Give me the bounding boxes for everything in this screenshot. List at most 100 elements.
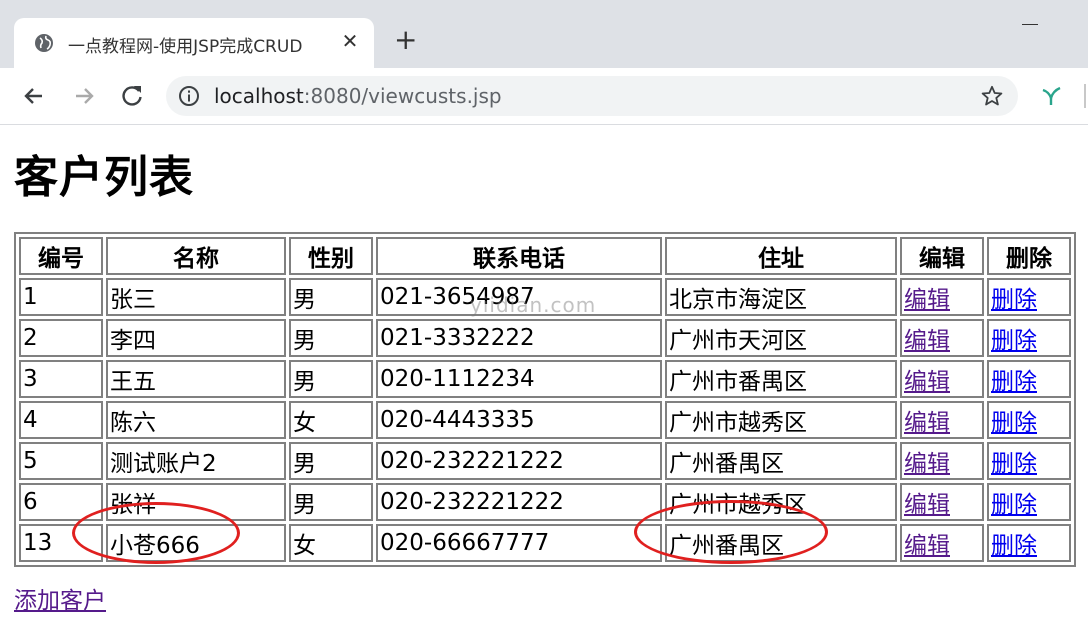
cell-sex: 男 <box>289 278 373 316</box>
cell-delete: 删除 <box>987 442 1071 480</box>
table-header-row: 编号 名称 性别 联系电话 住址 编辑 删除 <box>19 237 1071 275</box>
delete-link[interactable]: 删除 <box>991 533 1037 559</box>
table-row: 6 张祥 男 020-232221222 广州市越秀区 编辑 删除 <box>19 483 1071 521</box>
customer-table: 编号 名称 性别 联系电话 住址 编辑 删除 1 张三 男 021-365498… <box>14 232 1076 567</box>
cell-phone: 020-1112234 <box>376 360 662 398</box>
edit-link[interactable]: 编辑 <box>904 492 950 518</box>
cell-edit: 编辑 <box>900 442 984 480</box>
cell-sex: 男 <box>289 483 373 521</box>
table-row: 13 小苍666 女 020-66667777 广州番禺区 编辑 删除 <box>19 524 1071 562</box>
toolbar-separator <box>1084 84 1086 108</box>
cell-sex: 男 <box>289 442 373 480</box>
info-icon[interactable] <box>178 85 200 107</box>
delete-link[interactable]: 删除 <box>991 328 1037 354</box>
delete-link[interactable]: 删除 <box>991 369 1037 395</box>
cell-name: 张祥 <box>106 483 286 521</box>
extension-icon[interactable] <box>1040 84 1064 108</box>
page-content: 客户列表 编号 名称 性别 联系电话 住址 编辑 删除 1 张三 男 021-3… <box>0 125 1088 620</box>
cell-phone: 021-3332222 <box>376 319 662 357</box>
cell-edit: 编辑 <box>900 401 984 439</box>
table-row: 3 王五 男 020-1112234 广州市番禺区 编辑 删除 <box>19 360 1071 398</box>
header-phone: 联系电话 <box>376 237 662 275</box>
header-id: 编号 <box>19 237 103 275</box>
cell-address: 广州市越秀区 <box>665 483 897 521</box>
delete-link[interactable]: 删除 <box>991 287 1037 313</box>
header-name: 名称 <box>106 237 286 275</box>
url-path: :8080/viewcusts.jsp <box>303 84 502 108</box>
url-host: localhost <box>214 84 304 108</box>
cell-name: 张三 <box>106 278 286 316</box>
edit-link[interactable]: 编辑 <box>904 328 950 354</box>
edit-link[interactable]: 编辑 <box>904 287 950 313</box>
delete-link[interactable]: 删除 <box>991 492 1037 518</box>
cell-address: 广州番禺区 <box>665 442 897 480</box>
globe-icon <box>35 34 53 52</box>
header-edit: 编辑 <box>900 237 984 275</box>
url-text: localhost:8080/viewcusts.jsp <box>214 84 502 108</box>
cell-name: 陈六 <box>106 401 286 439</box>
cell-id: 3 <box>19 360 103 398</box>
cell-address: 北京市海淀区 <box>665 278 897 316</box>
table-row: 5 测试账户2 男 020-232221222 广州番禺区 编辑 删除 <box>19 442 1071 480</box>
tab-strip: 一点教程网-使用JSP完成CRUD ✕ + <box>0 0 1088 68</box>
address-bar[interactable]: localhost:8080/viewcusts.jsp <box>166 76 1018 116</box>
cell-id: 6 <box>19 483 103 521</box>
edit-link[interactable]: 编辑 <box>904 410 950 436</box>
table-row: 2 李四 男 021-3332222 广州市天河区 编辑 删除 <box>19 319 1071 357</box>
cell-name: 李四 <box>106 319 286 357</box>
cell-name: 王五 <box>106 360 286 398</box>
table-row: 1 张三 男 021-3654987 北京市海淀区 编辑 删除 <box>19 278 1071 316</box>
table-row: 4 陈六 女 020-4443335 广州市越秀区 编辑 删除 <box>19 401 1071 439</box>
header-sex: 性别 <box>289 237 373 275</box>
arrow-right-icon[interactable] <box>70 82 98 110</box>
cell-delete: 删除 <box>987 483 1071 521</box>
cell-address: 广州市天河区 <box>665 319 897 357</box>
cell-sex: 男 <box>289 319 373 357</box>
cell-address: 广州市越秀区 <box>665 401 897 439</box>
browser-tab[interactable]: 一点教程网-使用JSP完成CRUD ✕ <box>14 18 374 68</box>
edit-link[interactable]: 编辑 <box>904 451 950 477</box>
cell-address: 广州市番禺区 <box>665 360 897 398</box>
cell-delete: 删除 <box>987 401 1071 439</box>
cell-delete: 删除 <box>987 360 1071 398</box>
cell-id: 5 <box>19 442 103 480</box>
cell-delete: 删除 <box>987 278 1071 316</box>
window-minimize-button[interactable] <box>1022 24 1038 25</box>
cell-id: 2 <box>19 319 103 357</box>
cell-phone: 020-4443335 <box>376 401 662 439</box>
add-customer-link[interactable]: 添加客户 <box>14 581 106 615</box>
tab-close-button[interactable]: ✕ <box>340 30 360 52</box>
cell-edit: 编辑 <box>900 524 984 562</box>
cell-edit: 编辑 <box>900 483 984 521</box>
cell-id: 4 <box>19 401 103 439</box>
reload-icon[interactable] <box>118 82 146 110</box>
delete-link[interactable]: 删除 <box>991 410 1037 436</box>
header-address: 住址 <box>665 237 897 275</box>
edit-link[interactable]: 编辑 <box>904 533 950 559</box>
star-icon[interactable] <box>980 84 1004 108</box>
arrow-left-icon[interactable] <box>20 82 48 110</box>
new-tab-button[interactable]: + <box>394 26 417 54</box>
cell-id: 13 <box>19 524 103 562</box>
cell-sex: 男 <box>289 360 373 398</box>
delete-link[interactable]: 删除 <box>991 451 1037 477</box>
cell-id: 1 <box>19 278 103 316</box>
cell-phone: 021-3654987 <box>376 278 662 316</box>
cell-edit: 编辑 <box>900 360 984 398</box>
cell-address: 广州番禺区 <box>665 524 897 562</box>
cell-name: 小苍666 <box>106 524 286 562</box>
tab-title: 一点教程网-使用JSP完成CRUD <box>68 37 303 57</box>
cell-delete: 删除 <box>987 319 1071 357</box>
edit-link[interactable]: 编辑 <box>904 369 950 395</box>
cell-edit: 编辑 <box>900 319 984 357</box>
cell-sex: 女 <box>289 401 373 439</box>
cell-phone: 020-232221222 <box>376 442 662 480</box>
cell-delete: 删除 <box>987 524 1071 562</box>
cell-phone: 020-232221222 <box>376 483 662 521</box>
cell-edit: 编辑 <box>900 278 984 316</box>
cell-phone: 020-66667777 <box>376 524 662 562</box>
cell-sex: 女 <box>289 524 373 562</box>
cell-name: 测试账户2 <box>106 442 286 480</box>
page-title: 客户列表 <box>14 152 194 203</box>
browser-toolbar: localhost:8080/viewcusts.jsp <box>0 68 1088 125</box>
